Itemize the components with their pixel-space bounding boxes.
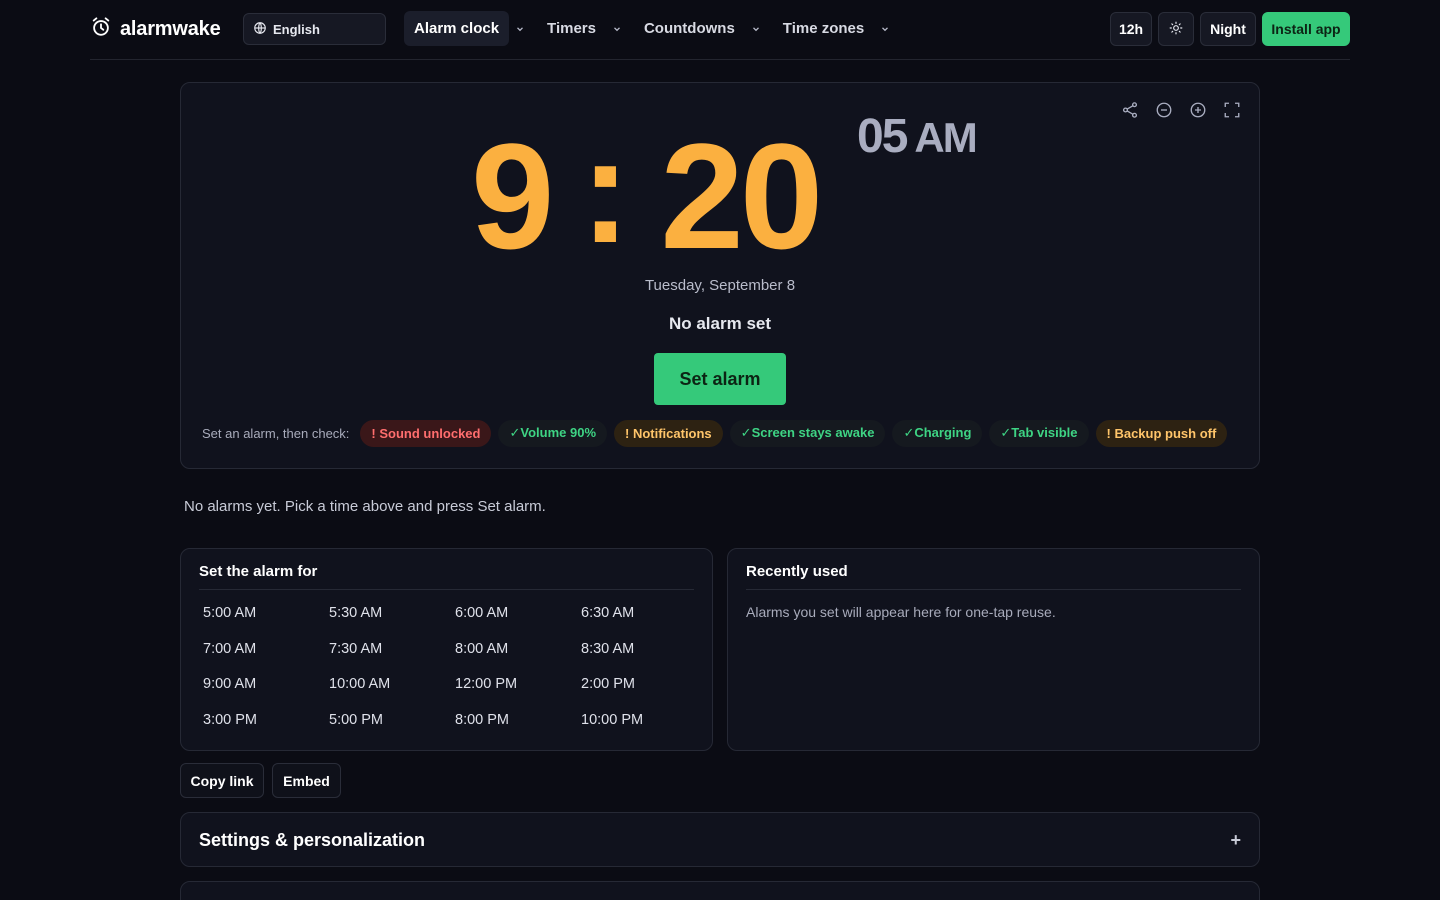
alarm-status: No alarm set [668, 314, 772, 333]
readiness-checks: Set an alarm, then check: ! Sound unlock… [202, 419, 1228, 447]
main-nav: Alarm clock Timers Countdowns Time zones [404, 11, 902, 46]
alarm-clock-icon [90, 16, 112, 43]
check-notifications[interactable]: ! Notifications [614, 419, 723, 447]
settings-accordion[interactable]: Settings & personalization + [180, 812, 1260, 867]
quick-time-option[interactable]: 7:00 AM [203, 641, 329, 661]
nav-timers[interactable]: Timers [537, 11, 606, 46]
embed-button[interactable]: Embed [272, 763, 341, 798]
recent-alarms-card: Recently used Alarms you set will appear… [727, 548, 1260, 751]
clock-panel: 9 : 20 05 AM Tuesday, September 8 No alar… [180, 82, 1260, 469]
quick-time-option[interactable]: 5:30 AM [329, 605, 455, 625]
checks-label: Set an alarm, then check: [202, 425, 350, 441]
clock-time: 9 : 20 [471, 101, 823, 291]
settings-title: Settings & personalization [199, 830, 426, 850]
check-charging[interactable]: ✓Charging [892, 419, 983, 447]
nav-time-zones[interactable]: Time zones [773, 11, 874, 46]
clock-minutes: 20 [660, 112, 823, 280]
language-label: English [273, 21, 320, 37]
share-icon[interactable] [1119, 99, 1141, 121]
night-mode-button[interactable]: Night [1200, 12, 1256, 46]
quick-time-option[interactable]: 6:00 AM [455, 605, 581, 625]
quick-times-card: Set the alarm for 5:00 AM 5:30 AM 6:00 A… [180, 548, 713, 751]
check-sound[interactable]: ! Sound unlocked [360, 419, 492, 447]
recent-title: Recently used [746, 563, 848, 580]
top-bar: alarmwake English Alarm clock Timers Cou… [90, 0, 1350, 60]
clock-seconds-ampm: 05 AM [857, 110, 978, 163]
quick-time-option[interactable]: 9:00 AM [203, 676, 329, 696]
chevron-down-icon[interactable] [606, 11, 628, 46]
sun-icon [1169, 21, 1183, 38]
check-screen-awake[interactable]: ✓Screen stays awake [729, 419, 886, 447]
current-date: Tuesday, September 8 [644, 277, 796, 294]
fullscreen-icon[interactable] [1221, 99, 1243, 121]
set-alarm-button[interactable]: Set alarm [654, 353, 786, 405]
zoom-in-icon[interactable] [1187, 99, 1209, 121]
divider [199, 589, 694, 590]
expand-icon[interactable]: + [1230, 830, 1241, 851]
chevron-down-icon[interactable] [509, 11, 531, 46]
next-section-card [180, 881, 1260, 900]
quick-time-option[interactable]: 7:30 AM [329, 641, 455, 661]
theme-toggle[interactable] [1158, 12, 1194, 46]
quick-time-option[interactable]: 8:00 AM [455, 641, 581, 661]
clock-ampm: AM [914, 114, 977, 161]
chevron-down-icon[interactable] [874, 11, 896, 46]
quick-time-option[interactable]: 5:00 PM [329, 712, 455, 732]
check-backup-push[interactable]: ! Backup push off [1095, 419, 1228, 447]
clock-toolbar [1119, 99, 1243, 121]
zoom-out-icon[interactable] [1153, 99, 1175, 121]
brand-name: alarmwake [120, 17, 221, 40]
nav-alarm-clock[interactable]: Alarm clock [404, 11, 510, 46]
quick-time-option[interactable]: 5:00 AM [203, 605, 329, 625]
quick-time-option[interactable]: 2:00 PM [581, 676, 707, 696]
globe-icon [253, 21, 267, 38]
time-format-toggle[interactable]: 12h [1110, 12, 1152, 46]
install-app-button[interactable]: Install app [1262, 12, 1350, 46]
quick-time-option[interactable]: 10:00 PM [581, 712, 707, 732]
chevron-down-icon[interactable] [745, 11, 767, 46]
language-select[interactable]: English [243, 13, 386, 45]
clock-seconds: 05 [857, 110, 908, 163]
divider [746, 589, 1241, 590]
quick-time-option[interactable]: 8:30 AM [581, 641, 707, 661]
copy-link-button[interactable]: Copy link [180, 763, 264, 798]
check-tab-visible[interactable]: ✓Tab visible [989, 419, 1089, 447]
quick-time-option[interactable]: 6:30 AM [581, 605, 707, 625]
alarms-empty-message: No alarms yet. Pick a time above and pre… [184, 498, 546, 515]
brand-logo[interactable]: alarmwake [90, 16, 221, 42]
quick-time-option[interactable]: 12:00 PM [455, 676, 581, 696]
clock-separator: : [580, 106, 630, 274]
quick-time-option[interactable]: 8:00 PM [455, 712, 581, 732]
quick-times-title: Set the alarm for [199, 563, 318, 580]
nav-countdowns[interactable]: Countdowns [634, 11, 745, 46]
clock-hours: 9 [471, 112, 554, 280]
quick-time-option[interactable]: 10:00 AM [329, 676, 455, 696]
quick-time-option[interactable]: 3:00 PM [203, 712, 329, 732]
quick-times-grid: 5:00 AM 5:30 AM 6:00 AM 6:30 AM 7:00 AM … [203, 605, 707, 747]
recent-empty-text: Alarms you set will appear here for one-… [746, 604, 1056, 620]
check-volume[interactable]: ✓Volume 90% [498, 419, 607, 447]
